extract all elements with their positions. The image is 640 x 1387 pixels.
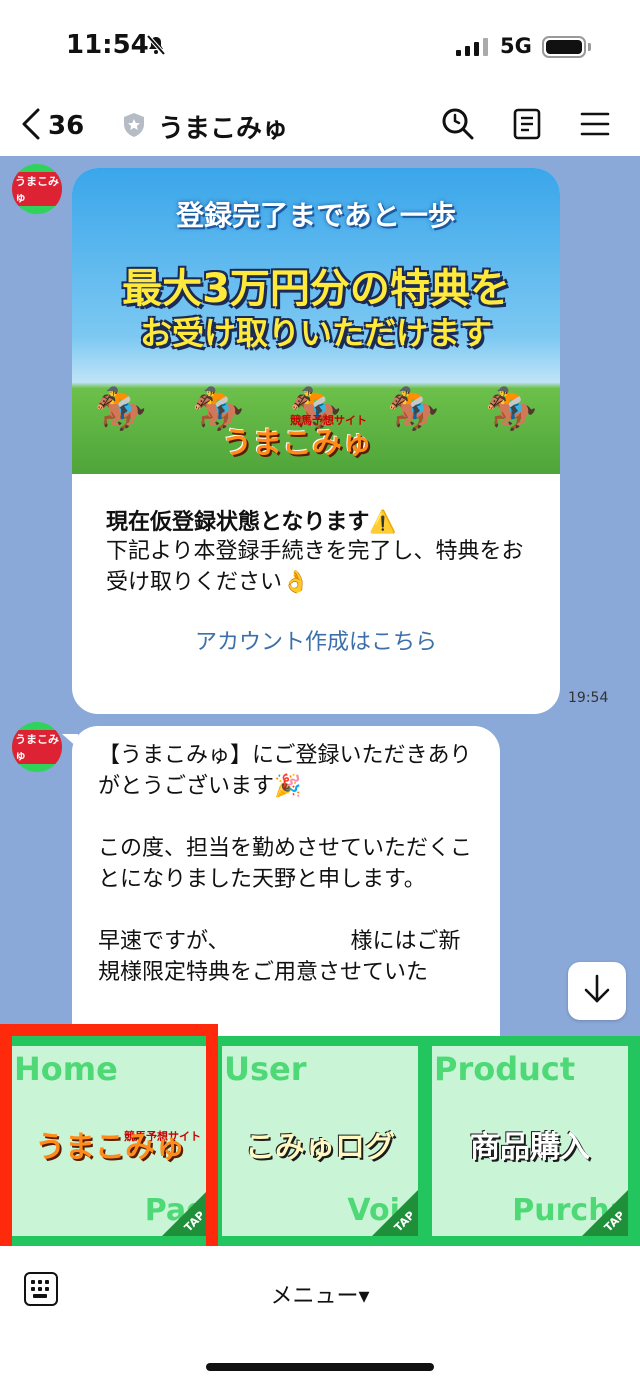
status-bar: 11:54 5G <box>0 0 640 96</box>
hamburger-icon <box>580 110 610 142</box>
rich-menu-toggle[interactable]: メニュー▾ <box>0 1278 640 1310</box>
silent-bell-icon <box>145 34 167 60</box>
banner-logo: うまこみゅ <box>222 426 372 461</box>
tile-label: Home <box>14 1050 118 1088</box>
chat-area[interactable]: うまこみゅ 登録完了まであと一歩 最大3万円分の特典を お受け取りいただけます … <box>0 156 640 1036</box>
create-account-link[interactable]: アカウント作成はこちら <box>72 624 560 656</box>
rich-menu-product-purchase[interactable]: Product 商品購入 Purchase TAP <box>432 1046 628 1236</box>
tile-label: Product <box>434 1050 576 1088</box>
horse-icon: 🏇 <box>94 384 147 433</box>
chat-header: 36 うまこみゅ <box>0 96 640 156</box>
notes-icon <box>512 108 542 144</box>
horse-icon: 🏇 <box>387 384 440 433</box>
notes-button[interactable] <box>507 106 547 146</box>
signal-strength-icon <box>456 36 488 56</box>
bottom-bar: メニュー▾ <box>0 1246 640 1387</box>
avatar[interactable]: うまこみゅ <box>12 722 62 772</box>
message-card: 登録完了まであと一歩 最大3万円分の特典を お受け取りいただけます 🏇 🏇 🏇 … <box>72 168 560 714</box>
chevron-left-icon <box>20 107 42 145</box>
search-button[interactable] <box>438 106 478 146</box>
avatar-logo: うまこみゅ <box>12 730 62 764</box>
tile-logo: 商品購入 <box>470 1130 590 1165</box>
arrow-down-icon <box>583 974 611 1008</box>
banner-top-text: 登録完了まであと一歩 <box>176 199 456 232</box>
tile-logo: こみゅログ <box>245 1130 395 1165</box>
home-indicator[interactable] <box>206 1363 434 1371</box>
tile-logo: うまこみゅ <box>35 1130 185 1165</box>
card-body-text: 下記より本登録手続きを完了し、特典をお受け取りください👌 <box>106 539 524 595</box>
rich-menu: Home 競馬予想サイト うまこみゅ Page TAP User こみゅログ V… <box>0 1036 640 1246</box>
rich-menu-user-voice[interactable]: User こみゅログ Voice TAP <box>222 1046 418 1236</box>
banner-sub-text: お受け取りいただけます <box>139 314 492 352</box>
message-text: 【うまこみゅ】にご登録いただきありがとうございます🎉 この度、担当を勤めさせてい… <box>98 743 473 985</box>
back-button[interactable]: 36 <box>20 104 84 148</box>
message-bubble: 【うまこみゅ】にご登録いただきありがとうございます🎉 この度、担当を勤めさせてい… <box>72 726 500 1036</box>
status-time: 11:54 <box>66 30 149 60</box>
card-status-text: 現在仮登録状態となります⚠️ <box>106 510 397 535</box>
promo-banner[interactable]: 登録完了まであと一歩 最大3万円分の特典を お受け取りいただけます 🏇 🏇 🏇 … <box>72 168 560 474</box>
chat-title: うまこみゅ <box>158 114 289 144</box>
tile-label: User <box>224 1050 307 1088</box>
avatar-logo: うまこみゅ <box>12 172 62 206</box>
message-time: 19:54 <box>568 690 609 706</box>
network-type: 5G <box>500 34 532 58</box>
shield-star-icon <box>122 112 146 142</box>
banner-main-text: 最大3万円分の特典を <box>122 266 510 312</box>
rich-menu-home[interactable]: Home 競馬予想サイト うまこみゅ Page TAP <box>12 1046 208 1236</box>
search-icon <box>441 107 475 145</box>
avatar[interactable]: うまこみゅ <box>12 164 62 214</box>
unread-count: 36 <box>48 111 85 141</box>
scroll-to-bottom-button[interactable] <box>568 962 626 1020</box>
battery-icon <box>542 36 586 58</box>
battery-tip <box>588 43 591 51</box>
menu-button[interactable] <box>575 106 615 146</box>
horse-icon: 🏇 <box>485 384 538 433</box>
